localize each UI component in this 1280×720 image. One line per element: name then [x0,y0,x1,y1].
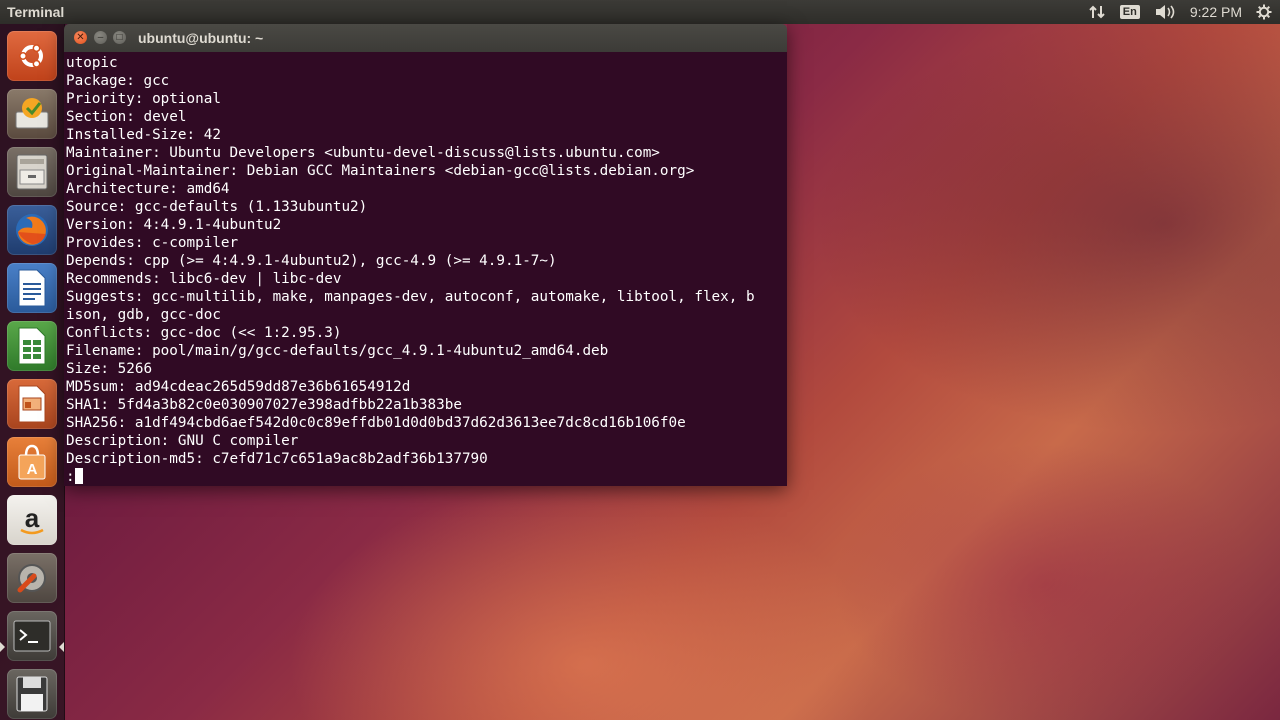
terminal-line: Section: devel [66,109,187,125]
active-app-title: Terminal [7,4,65,20]
terminal-line: Depends: cpp (>= 4:4.9.1-4ubuntu2), gcc-… [66,253,557,269]
minimize-button[interactable]: – [94,31,107,44]
launcher-software-center[interactable]: A [7,437,57,487]
terminal-output[interactable]: utopic Package: gcc Priority: optional S… [64,52,787,486]
text-cursor [74,468,83,484]
launcher-disk[interactable] [7,669,57,719]
settings-wrench-icon [12,558,52,598]
launcher-firefox[interactable] [7,205,57,255]
floppy-disk-icon [14,674,50,714]
top-panel: Terminal En 9:22 PM [0,0,1280,24]
active-indicator-left [0,642,5,652]
terminal-line: Installed-Size: 42 [66,127,221,143]
terminal-line: Package: gcc [66,73,170,89]
launcher: A a [0,24,65,720]
keyboard-layout-label: En [1119,5,1140,19]
ubuntu-logo-icon [15,39,49,73]
terminal-line: Version: 4:4.9.1-4ubuntu2 [66,217,282,233]
terminal-line: Source: gcc-defaults (1.133ubuntu2) [66,199,368,215]
terminal-line: Filename: pool/main/g/gcc-defaults/gcc_4… [66,343,609,359]
close-icon: ✕ [76,32,85,43]
maximize-button[interactable]: □ [113,31,126,44]
terminal-titlebar[interactable]: ✕ – □ ubuntu@ubuntu: ~ [64,24,787,52]
terminal-line: ison, gdb, gcc-doc [66,307,221,323]
calc-spreadsheet-icon [15,326,49,366]
terminal-line: Description: GNU C compiler [66,433,299,449]
shopping-bag-icon: A [14,442,50,482]
terminal-line: MD5sum: ad94cdeac265d59dd87e36b61654912d [66,379,411,395]
pager-prompt: : [66,469,75,485]
maximize-icon: □ [116,32,123,43]
terminal-line: Description-md5: c7efd71c7c651a9ac8b2adf… [66,451,488,467]
terminal-line: Size: 5266 [66,361,153,377]
terminal-icon [12,618,52,654]
svg-text:A: A [27,461,38,478]
terminal-line: Provides: c-compiler [66,235,239,251]
terminal-line: utopic [66,55,118,71]
terminal-line: SHA1: 5fd4a3b82c0e030907027e398adfbb22a1… [66,397,462,413]
launcher-system-settings[interactable] [7,553,57,603]
software-updater-icon [12,94,52,134]
keyboard-layout-indicator[interactable]: En [1119,5,1140,19]
window-title: ubuntu@ubuntu: ~ [138,30,264,46]
amazon-icon: a [14,502,50,538]
terminal-line: Architecture: amd64 [66,181,230,197]
launcher-libreoffice-calc[interactable] [7,321,57,371]
firefox-icon [12,210,52,250]
terminal-line: Suggests: gcc-multilib, make, manpages-d… [66,289,755,305]
launcher-dash-home[interactable] [7,31,57,81]
writer-document-icon [15,268,49,308]
terminal-prompt-line[interactable]: : [66,468,787,486]
close-button[interactable]: ✕ [74,31,87,44]
launcher-libreoffice-impress[interactable] [7,379,57,429]
launcher-amazon[interactable]: a [7,495,57,545]
file-cabinet-icon [13,152,51,192]
terminal-line: Original-Maintainer: Debian GCC Maintain… [66,163,695,179]
terminal-line: Maintainer: Ubuntu Developers <ubuntu-de… [66,145,660,161]
volume-icon[interactable] [1154,4,1176,20]
terminal-line: SHA256: a1df494cbd6aef542d0c0c89effdb01d… [66,415,686,431]
terminal-line: Recommends: libc6-dev | libc-dev [66,271,342,287]
launcher-terminal[interactable] [7,611,57,661]
terminal-line: Priority: optional [66,91,221,107]
impress-presentation-icon [15,384,49,424]
indicator-area: En 9:22 PM [1088,0,1280,24]
active-indicator-right [59,642,64,652]
svg-text:a: a [25,503,40,533]
terminal-window: ✕ – □ ubuntu@ubuntu: ~ utopic Package: g… [64,24,787,486]
launcher-libreoffice-writer[interactable] [7,263,57,313]
clock[interactable]: 9:22 PM [1190,4,1242,20]
minimize-icon: – [97,32,104,43]
launcher-software-updater[interactable] [7,89,57,139]
terminal-line: Conflicts: gcc-doc (<< 1:2.95.3) [66,325,342,341]
network-icon[interactable] [1088,4,1106,20]
session-gear-icon[interactable] [1256,4,1272,20]
launcher-files[interactable] [7,147,57,197]
